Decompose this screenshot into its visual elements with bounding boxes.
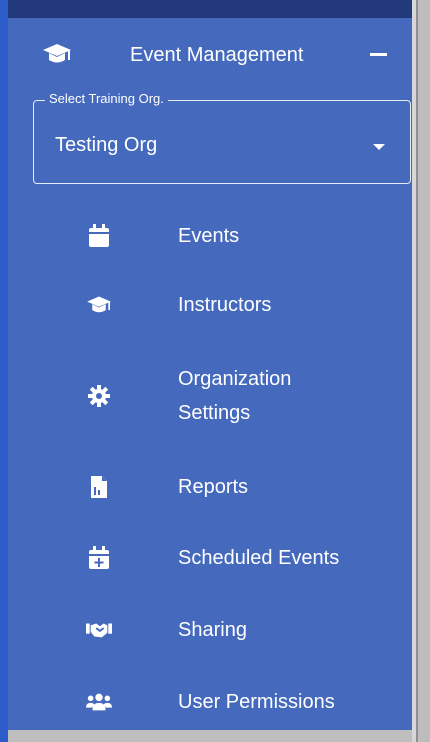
graduation-cap-icon [42, 41, 72, 67]
nav-item-scheduled-events[interactable]: Scheduled Events [8, 530, 412, 586]
scrollbar-track[interactable] [418, 0, 430, 742]
handshake-icon [86, 617, 112, 643]
nav-item-label: Events [178, 225, 240, 247]
section-title: Event Management [130, 44, 304, 66]
training-org-select[interactable]: Select Training Org. Testing Org [33, 91, 411, 184]
nav-item-label: Reports [178, 476, 249, 498]
collapse-icon[interactable] [370, 53, 387, 56]
nav-item-organization-settings[interactable]: Organization Settings [8, 360, 412, 432]
nav-item-label: Instructors [178, 294, 272, 316]
nav-item-label: User Permissions [178, 691, 335, 713]
nav-item-label: Sharing [178, 619, 247, 641]
nav-item-events[interactable]: Events [8, 208, 412, 264]
calendar-plus-icon [86, 545, 112, 571]
nav-item-label: Scheduled Events [178, 547, 340, 569]
top-bar [8, 0, 412, 18]
nav-item-label: Organization Settings [178, 368, 292, 424]
nav-item-reports[interactable]: Reports [8, 459, 412, 515]
users-icon [86, 689, 112, 715]
select-value: Testing Org [55, 134, 158, 156]
nav-item-instructors[interactable]: Instructors [8, 277, 412, 333]
select-label: Select Training Org. [45, 91, 168, 106]
left-edge [0, 0, 8, 742]
chevron-down-icon [373, 144, 385, 150]
nav-item-sharing[interactable]: Sharing [8, 602, 412, 658]
report-file-icon [86, 474, 112, 500]
calendar-icon [86, 223, 112, 249]
sidebar: Event Management Select Training Org. Te… [8, 18, 412, 730]
gear-icon [86, 383, 112, 409]
graduation-cap-icon [86, 292, 112, 318]
nav-item-user-permissions[interactable]: User Permissions [8, 674, 412, 730]
event-management-header[interactable]: Event Management [8, 32, 412, 76]
